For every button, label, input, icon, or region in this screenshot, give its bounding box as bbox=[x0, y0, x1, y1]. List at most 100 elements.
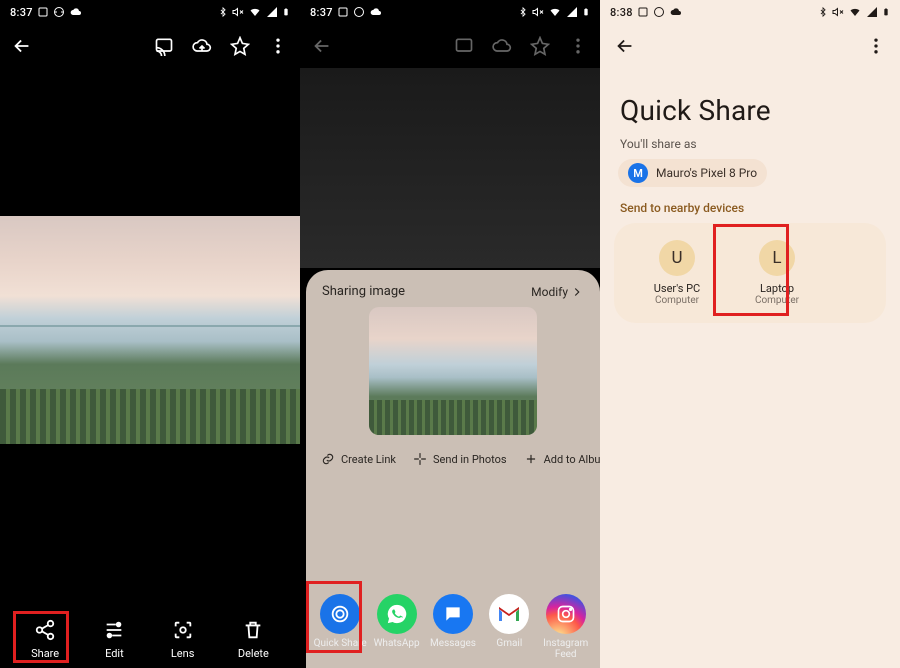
edit-icon bbox=[101, 617, 127, 643]
whatsapp-target[interactable]: WhatsApp bbox=[369, 594, 425, 660]
modify-button[interactable]: Modify bbox=[531, 285, 584, 299]
wifi-icon bbox=[848, 6, 862, 18]
edit-label: Edit bbox=[105, 647, 124, 660]
mute-icon bbox=[832, 6, 844, 18]
lens-label: Lens bbox=[171, 647, 195, 660]
send-photos-chip[interactable]: Send in Photos bbox=[412, 451, 507, 467]
share-thumbnail[interactable] bbox=[369, 307, 537, 435]
link-icon bbox=[320, 451, 336, 467]
whatsapp-icon bbox=[377, 594, 417, 634]
bluetooth-icon bbox=[518, 6, 528, 18]
cloud-icon bbox=[369, 6, 383, 18]
screenshot-icon bbox=[37, 6, 49, 18]
messages-target[interactable]: Messages bbox=[425, 594, 481, 660]
status-bar: 8:38 bbox=[600, 0, 900, 24]
edit-thumb-button[interactable] bbox=[505, 403, 531, 429]
more-menu-icon[interactable] bbox=[264, 32, 292, 60]
cast-icon bbox=[450, 32, 478, 60]
share-icon bbox=[32, 617, 58, 643]
instagram-icon bbox=[546, 594, 586, 634]
page-title: Quick Share bbox=[600, 68, 900, 137]
gmail-icon bbox=[489, 594, 529, 634]
share-chips: Create Link Send in Photos Add to Album … bbox=[306, 435, 600, 473]
create-link-chip[interactable]: Create Link bbox=[320, 451, 396, 467]
messages-label: Messages bbox=[430, 638, 476, 649]
screenshot-icon bbox=[637, 6, 649, 18]
share-label: Share bbox=[31, 647, 59, 660]
edit-action[interactable]: Edit bbox=[101, 617, 127, 660]
back-button bbox=[308, 32, 336, 60]
share-action[interactable]: Share bbox=[31, 617, 59, 660]
avatar: M bbox=[628, 163, 648, 183]
signal-icon bbox=[866, 6, 878, 18]
photo-content[interactable] bbox=[0, 216, 300, 444]
back-button[interactable] bbox=[8, 32, 36, 60]
more-menu-icon bbox=[564, 32, 592, 60]
send-photos-label: Send in Photos bbox=[433, 453, 507, 466]
nearby-section-label: Send to nearby devices bbox=[600, 201, 900, 223]
gmail-label: Gmail bbox=[496, 638, 522, 649]
lens-action[interactable]: Lens bbox=[170, 617, 196, 660]
share-as-chip[interactable]: M Mauro's Pixel 8 Pro bbox=[618, 159, 767, 187]
modify-label: Modify bbox=[531, 285, 568, 299]
screenshot-icon bbox=[337, 6, 349, 18]
photo-top-bar bbox=[0, 24, 300, 68]
sync-icon bbox=[353, 6, 365, 18]
pencil-icon bbox=[511, 409, 525, 423]
photo-dimmed bbox=[300, 68, 600, 268]
mute-icon bbox=[532, 6, 544, 18]
cast-icon[interactable] bbox=[150, 32, 178, 60]
photo-bottom-actions: Share Edit Lens Delete bbox=[0, 617, 300, 660]
lens-icon bbox=[170, 617, 196, 643]
share-as-label: You'll share as bbox=[600, 137, 900, 159]
nearby-device[interactable]: L Laptop Computer bbox=[734, 240, 820, 306]
back-button[interactable] bbox=[614, 35, 636, 57]
device-avatar: L bbox=[759, 240, 795, 276]
pane-share-sheet: 8:37 bbox=[300, 0, 600, 668]
device-name: Mauro's Pixel 8 Pro bbox=[656, 166, 757, 180]
add-album-label: Add to Album bbox=[544, 453, 600, 466]
delete-label: Delete bbox=[238, 647, 269, 660]
wifi-icon bbox=[248, 6, 262, 18]
battery-icon bbox=[882, 6, 890, 18]
battery-icon bbox=[582, 6, 590, 18]
status-bar: 8:37 bbox=[300, 0, 600, 24]
star-icon[interactable] bbox=[226, 32, 254, 60]
bluetooth-icon bbox=[818, 6, 828, 18]
messages-icon bbox=[433, 594, 473, 634]
wifi-icon bbox=[548, 6, 562, 18]
device-avatar: U bbox=[659, 240, 695, 276]
device-type: Computer bbox=[755, 295, 799, 306]
cloud-icon bbox=[69, 6, 83, 18]
add-album-chip[interactable]: Add to Album bbox=[523, 451, 600, 467]
cloud-upload-icon[interactable] bbox=[188, 32, 216, 60]
gmail-target[interactable]: Gmail bbox=[481, 594, 537, 660]
nearby-devices-card: U User's PC Computer L Laptop Computer bbox=[614, 223, 886, 323]
plus-icon bbox=[523, 451, 539, 467]
cloud-upload-icon bbox=[488, 32, 516, 60]
status-time: 8:38 bbox=[610, 6, 633, 19]
more-menu-icon[interactable] bbox=[866, 36, 886, 56]
pane-photos-viewer: 8:37 bbox=[0, 0, 300, 668]
status-time: 8:37 bbox=[310, 6, 333, 19]
mute-icon bbox=[232, 6, 244, 18]
quickshare-top-bar bbox=[600, 24, 900, 68]
sync-icon bbox=[653, 6, 665, 18]
instagram-target[interactable]: Instagram Feed bbox=[538, 594, 594, 660]
photos-icon bbox=[412, 451, 428, 467]
battery-icon bbox=[282, 6, 290, 18]
device-type: Computer bbox=[655, 295, 699, 306]
device-name: User's PC bbox=[654, 282, 700, 295]
star-icon bbox=[526, 32, 554, 60]
nearby-device[interactable]: U User's PC Computer bbox=[634, 240, 720, 306]
chevron-right-icon bbox=[570, 285, 584, 299]
photo-top-bar-dimmed bbox=[300, 24, 600, 68]
create-link-label: Create Link bbox=[341, 453, 396, 466]
sheet-title: Sharing image bbox=[322, 284, 405, 299]
instagram-label: Instagram Feed bbox=[538, 638, 594, 660]
quick-share-target[interactable]: Quick Share bbox=[312, 594, 368, 660]
quick-share-icon bbox=[320, 594, 360, 634]
signal-icon bbox=[266, 6, 278, 18]
delete-action[interactable]: Delete bbox=[238, 617, 269, 660]
share-targets-row: Quick Share WhatsApp Messages Gmail Inst… bbox=[306, 594, 600, 660]
